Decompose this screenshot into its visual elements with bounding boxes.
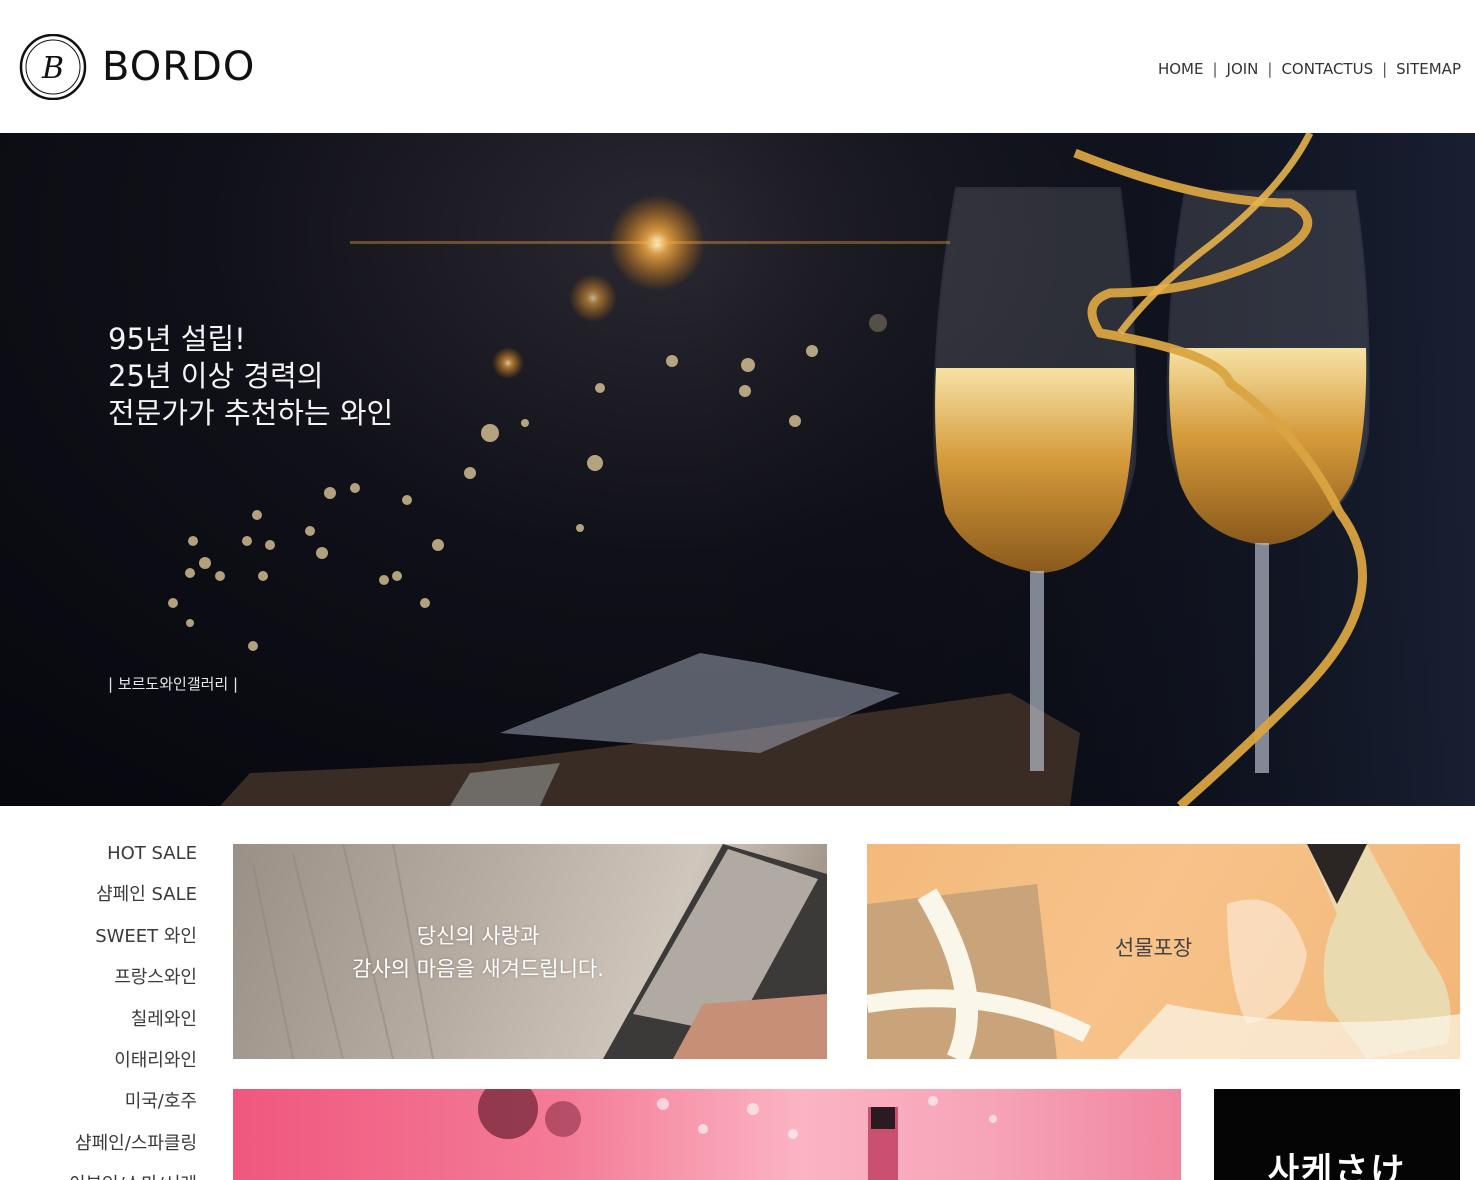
- hero-illustration: [168, 133, 1475, 806]
- nav-join-link[interactable]: JOIN: [1227, 60, 1259, 78]
- pink-wine-banner[interactable]: [233, 1089, 1181, 1180]
- category-france-wine[interactable]: 프랑스와인: [0, 960, 197, 1001]
- brand-name: BORDO: [102, 44, 256, 90]
- site-header: B BORDO HOME | JOIN | CONTACTUS | SITEMA…: [0, 0, 1475, 133]
- engraving-line: 당신의 사랑과: [416, 924, 540, 948]
- category-hot-sale[interactable]: HOT SALE: [0, 836, 197, 877]
- sake-banner[interactable]: 사케さけ: [1214, 1089, 1460, 1180]
- category-usa-australia[interactable]: 미국/호주: [0, 1084, 197, 1125]
- logo-emblem-icon: B: [19, 34, 87, 100]
- rose-wine-illustration: [478, 1089, 997, 1180]
- category-chile-wine[interactable]: 칠레와인: [0, 1002, 197, 1043]
- top-navigation: HOME | JOIN | CONTACTUS | SITEMAP: [1158, 60, 1461, 78]
- engraving-banner[interactable]: 당신의 사랑과 감사의 마음을 새겨드립니다.: [233, 844, 827, 1059]
- nav-home-link[interactable]: HOME: [1158, 60, 1204, 78]
- svg-text:B: B: [41, 51, 64, 86]
- engraving-line: 감사의 마음을 새겨드립니다.: [352, 957, 604, 981]
- hero-caption: | 보르도와인갤러리 |: [108, 675, 239, 693]
- hero-banner[interactable]: 95년 설립! 25년 이상 경력의 전문가가 추천하는 와인 | 보르도와인갤…: [0, 133, 1475, 806]
- engraving-banner-text: 당신의 사랑과 감사의 마음을 새겨드립니다.: [233, 920, 775, 986]
- category-champagne-sale[interactable]: 샴페인 SALE: [0, 877, 197, 918]
- nav-contactus-link[interactable]: CONTACTUS: [1281, 60, 1373, 78]
- gift-wrap-banner[interactable]: 선물포장: [867, 844, 1460, 1059]
- category-italy-wine[interactable]: 이태리와인: [0, 1043, 197, 1084]
- category-menu: HOT SALE 샴페인 SALE SWEET 와인 프랑스와인 칠레와인 이태…: [0, 836, 197, 1180]
- category-champagne-sparkling[interactable]: 샴페인/스파클링: [0, 1126, 197, 1167]
- nav-separator: |: [1382, 60, 1388, 78]
- hero-headline-line: 25년 이상 경력의: [108, 359, 324, 393]
- hero-headline: 95년 설립! 25년 이상 경력의 전문가가 추천하는 와인: [108, 321, 393, 432]
- hero-headline-line: 95년 설립!: [108, 322, 246, 356]
- brand-logo[interactable]: B BORDO: [18, 34, 255, 100]
- hero-headline-line: 전문가가 추천하는 와인: [108, 396, 394, 430]
- category-sweet-wine[interactable]: SWEET 와인: [0, 919, 197, 960]
- gift-wrap-label: 선물포장: [1114, 936, 1193, 960]
- nav-separator: |: [1212, 60, 1218, 78]
- sake-label: 사케さけ: [1267, 1151, 1407, 1180]
- category-other[interactable]: 이부인/스마/서레: [0, 1167, 197, 1180]
- nav-separator: |: [1267, 60, 1273, 78]
- nav-sitemap-link[interactable]: SITEMAP: [1396, 60, 1461, 78]
